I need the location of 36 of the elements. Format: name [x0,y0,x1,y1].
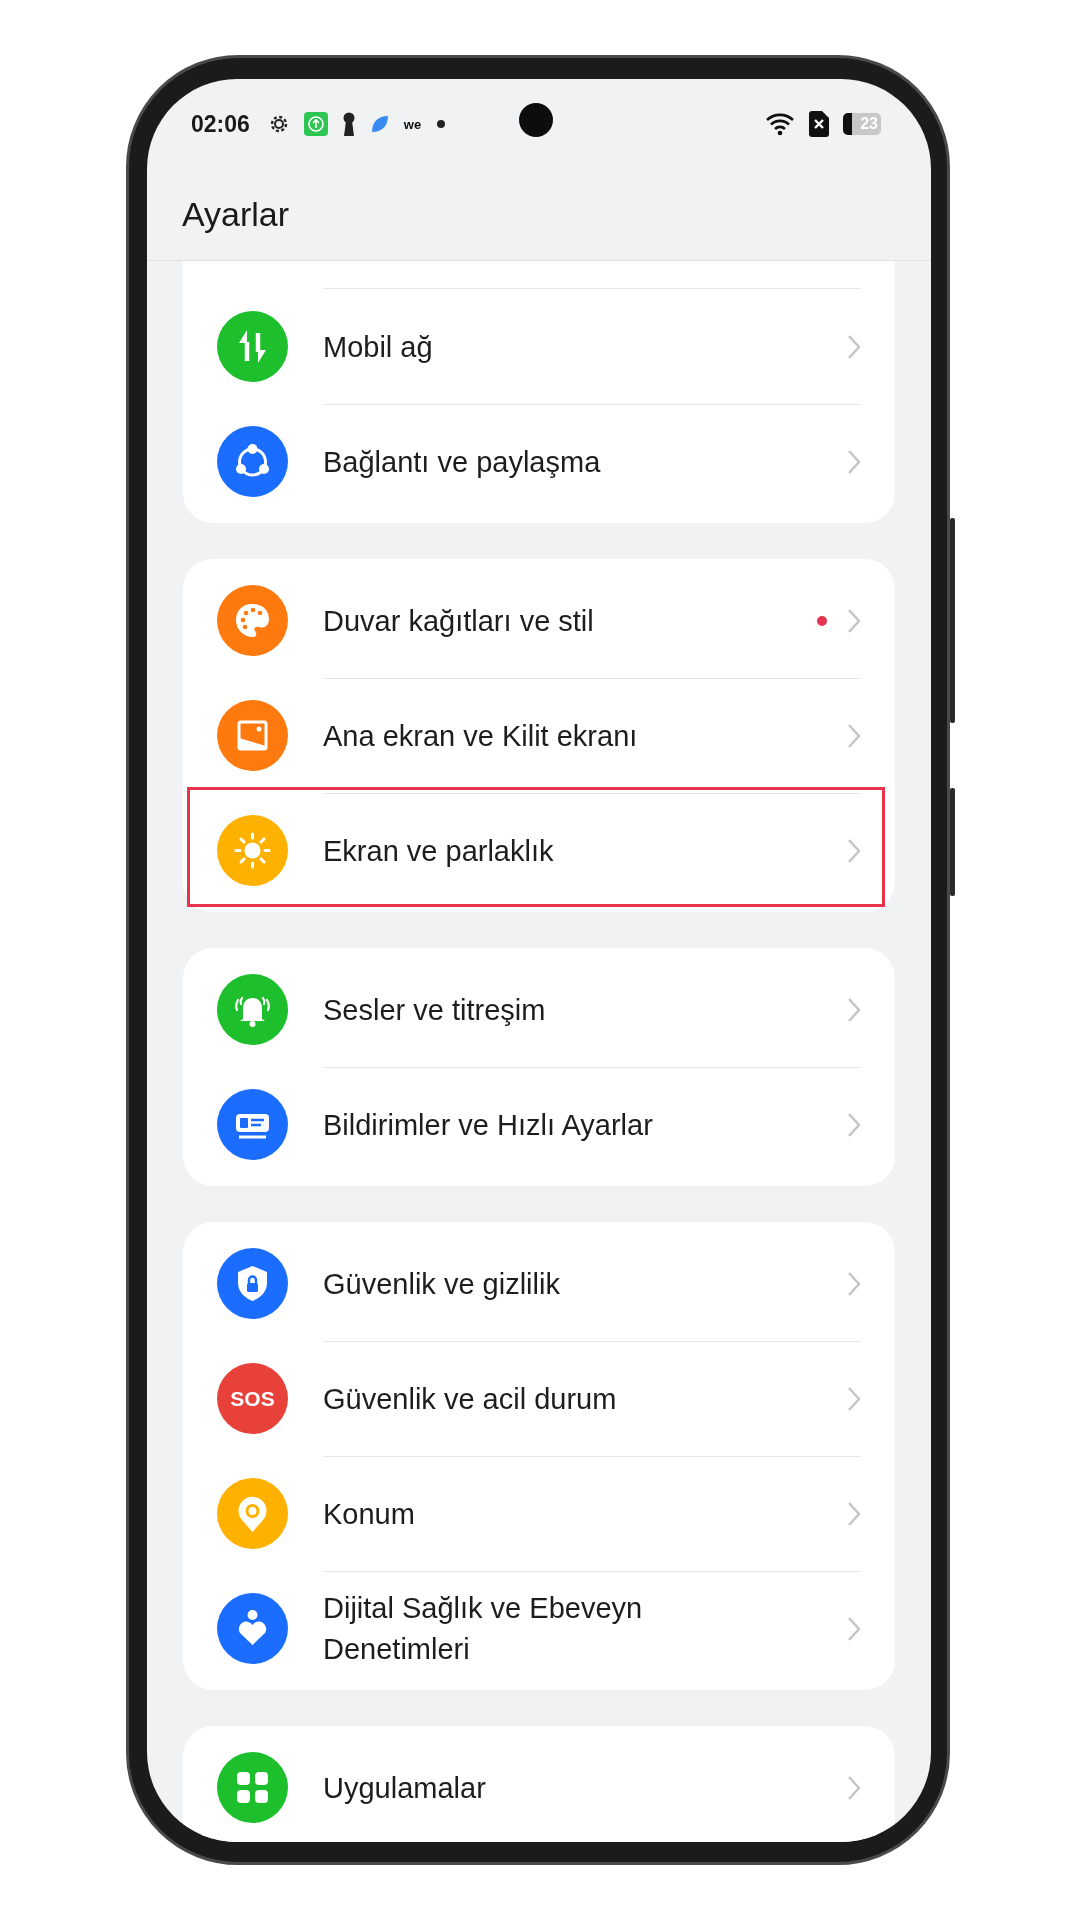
setting-label[interactable]: Bildirimler ve Hızlı Ayarlar [323,1104,653,1146]
chevron-icon [847,838,861,864]
setting-label[interactable]: Güvenlik ve gizlilik [323,1263,560,1305]
chevron-icon [847,1386,861,1412]
setting-label[interactable]: Ekran ve parlaklık [323,830,554,872]
setting-label[interactable]: Mobil ağ [323,326,433,368]
setting-label[interactable]: Konum [323,1493,415,1535]
setting-label[interactable]: Dijital Sağlık ve Ebeveyn Denetimleri [323,1588,763,1670]
upload-app-icon [303,112,328,136]
setting-label[interactable]: Bağlantı ve paylaşma [323,441,601,483]
page-title: Ayarlar [182,195,290,234]
more-notifications-icon [437,120,446,128]
setting-label[interactable]: Sesler ve titreşim [323,989,546,1031]
setting-label[interactable]: Uygulamalar [323,1767,486,1809]
chevron-icon [847,1616,861,1642]
chevron-icon [847,1112,861,1138]
chevron-icon [847,1271,861,1297]
front-camera [519,103,553,137]
wifi-icon [765,112,795,136]
setting-label[interactable]: Güvenlik ve acil durum [323,1378,617,1420]
chevron-icon [847,449,861,475]
sos-icon: SOS [217,1363,288,1434]
chevron-icon [847,1775,861,1801]
chevron-icon [847,1501,861,1527]
status-time: 02:06 [191,110,250,138]
chevron-icon [847,608,861,634]
chevron-icon [847,723,861,749]
battery-charge [843,113,852,135]
chevron-icon [847,997,861,1023]
notification-app-text: we [403,116,422,132]
setting-label[interactable]: Duvar kağıtları ve stil [323,600,594,642]
no-sim-icon [809,111,829,137]
leaf-icon [369,114,390,134]
chevron-icon [847,334,861,360]
keyhole-icon [341,112,356,136]
setting-label[interactable]: Ana ekran ve Kilit ekranı [323,715,638,757]
